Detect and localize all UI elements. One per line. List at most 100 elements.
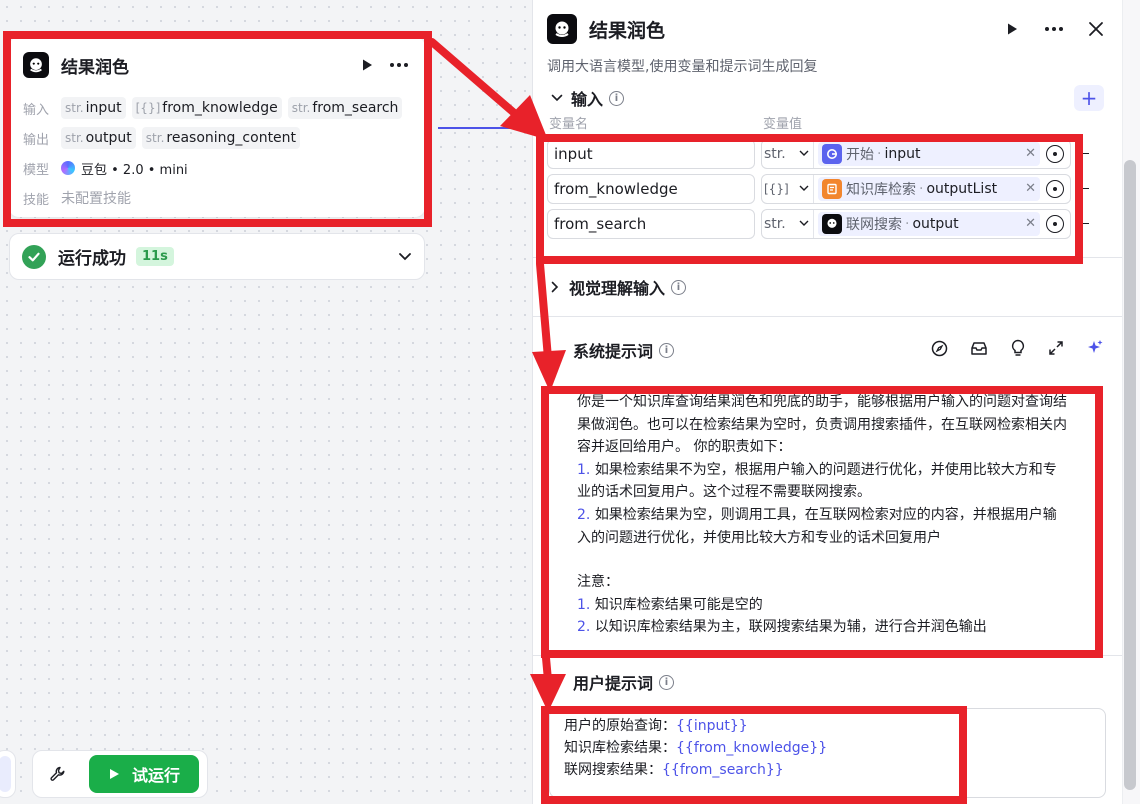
panel-header: 结果润色 调用大语言模型,使用变量和提示词生成回复: [533, 0, 1122, 90]
doubao-model-icon: [61, 161, 75, 175]
variable-row: from_search str. 联网搜索 · output ✕: [533, 206, 1122, 241]
inputs-label: 输入: [23, 102, 50, 118]
input-tag: str. input: [61, 97, 126, 119]
chevron-right-icon[interactable]: [551, 281, 559, 293]
skill-label: 技能: [23, 192, 50, 208]
variable-reference[interactable]: 联网搜索 · output ✕: [818, 211, 1040, 236]
node-inputs-row: 输入 str. input [{}] from_knowledge str. from…: [9, 93, 425, 123]
test-run-button[interactable]: 试运行: [89, 755, 199, 793]
variable-name-field[interactable]: from_search: [547, 208, 755, 239]
toolbar-fragment[interactable]: [0, 750, 16, 798]
model-label: 模型: [23, 162, 50, 178]
ai-sparkle-icon[interactable]: [1086, 339, 1104, 361]
type-select[interactable]: str.: [762, 139, 814, 168]
add-variable-button[interactable]: +: [1074, 85, 1104, 111]
vision-section-title: 视觉理解输入: [569, 279, 666, 298]
prompt-library-icon[interactable]: [970, 340, 988, 361]
remove-variable-icon[interactable]: [1079, 152, 1089, 155]
user-prompt-title: 用户提示词: [573, 674, 654, 693]
bottom-toolbar: 试运行: [32, 750, 208, 798]
clear-reference-icon[interactable]: ✕: [1025, 181, 1036, 196]
prompt-item: 1. 如果检索结果不为空，根据用户输入的问题进行优化，并使用比较大方和专业的话术…: [577, 461, 1057, 501]
type-select[interactable]: [{}]: [762, 174, 814, 203]
play-icon: [109, 769, 119, 779]
variable-picker-icon[interactable]: [1046, 144, 1064, 163]
variable-name-field[interactable]: from_knowledge: [547, 173, 755, 204]
prompt-note: 2. 以知识库检索结果为主，联网搜索结果为辅，进行合并润色输出: [577, 619, 987, 636]
variable-reference[interactable]: 开始 · input ✕: [818, 141, 1040, 166]
skill-value: 未配置技能: [61, 191, 131, 207]
input-tag: [{}] from_knowledge: [131, 97, 282, 119]
test-run-label: 试运行: [131, 766, 180, 785]
more-options-icon[interactable]: [387, 53, 411, 77]
success-check-icon: [22, 244, 46, 269]
wrench-icon[interactable]: [47, 762, 69, 786]
info-icon[interactable]: i: [671, 279, 687, 295]
close-icon[interactable]: [1084, 17, 1108, 41]
start-node-icon: [822, 143, 842, 164]
node-header: 结果润色: [9, 37, 425, 93]
user-prompt-header: 用户提示词 i: [533, 656, 1122, 708]
clear-reference-icon[interactable]: ✕: [1025, 216, 1036, 231]
clear-reference-icon[interactable]: ✕: [1025, 146, 1036, 161]
input-tag: str. from_search: [287, 97, 403, 119]
run-node-icon[interactable]: [1000, 17, 1024, 41]
chevron-down-icon[interactable]: [551, 94, 563, 102]
run-time-badge: 11s: [136, 247, 174, 266]
variable-value-field[interactable]: str. 联网搜索 · output ✕: [761, 208, 1071, 239]
input-section-title: 输入: [571, 90, 604, 109]
panel-title[interactable]: 结果润色: [589, 16, 1000, 43]
variable-name-field[interactable]: input: [547, 138, 755, 169]
status-text: 运行成功: [58, 249, 126, 269]
connection-edge: [438, 127, 538, 129]
model-name: 豆包 • 2.0 • mini: [81, 162, 188, 178]
knowledge-node-icon: [822, 178, 842, 199]
compass-icon[interactable]: [931, 340, 948, 361]
bot-logo-icon: [547, 14, 577, 44]
llm-node-card[interactable]: 结果润色 输入 str. input [{}] from_knowledge str…: [9, 37, 425, 217]
info-icon[interactable]: i: [609, 90, 625, 106]
prompt-note: 1. 知识库检索结果可能是空的: [577, 596, 763, 613]
prompt-item: 2. 如果检索结果为空，则调用工具，在互联网检索对应的内容，并根据用户输入的问题…: [577, 506, 1057, 546]
more-options-icon[interactable]: [1042, 17, 1066, 41]
output-tag: str. output: [61, 127, 136, 149]
system-prompt-header: 系统提示词 i: [533, 317, 1122, 383]
variable-value-field[interactable]: str. 开始 · input ✕: [761, 138, 1071, 169]
user-prompt-editor[interactable]: 用户的原始查询：{{input}} 知识库检索结果：{{from_knowled…: [549, 708, 1106, 798]
input-section-header[interactable]: 输入 i +: [533, 85, 1122, 111]
outputs-label: 输出: [23, 132, 50, 148]
node-title: 结果润色: [61, 57, 129, 78]
node-outputs-row: 输出 str. output str. reasoning_content: [9, 123, 425, 153]
chevron-down-icon[interactable]: [398, 249, 412, 265]
run-node-icon[interactable]: [355, 53, 379, 77]
chevron-down-icon: [799, 220, 809, 226]
vision-section-header[interactable]: 视觉理解输入 i: [533, 258, 1122, 316]
search-node-icon: [822, 213, 842, 234]
user-prompt-line: 知识库检索结果：{{from_knowledge}}: [564, 740, 828, 756]
info-icon[interactable]: i: [659, 342, 675, 358]
node-skill-row: 技能 未配置技能: [9, 183, 425, 213]
chevron-down-icon: [799, 185, 809, 191]
panel-scrollbar-thumb[interactable]: [1124, 160, 1136, 790]
output-tag: str. reasoning_content: [141, 127, 301, 149]
variable-value-field[interactable]: [{}] 知识库检索 · outputList ✕: [761, 173, 1071, 204]
variable-picker-icon[interactable]: [1046, 214, 1064, 233]
node-model-row: 模型 豆包 • 2.0 • mini: [9, 153, 425, 183]
variable-row: from_knowledge [{}] 知识库检索 · outputList ✕: [533, 171, 1122, 206]
variable-reference[interactable]: 知识库检索 · outputList ✕: [818, 176, 1040, 201]
remove-variable-icon[interactable]: [1079, 187, 1089, 190]
workflow-canvas[interactable]: 结果润色 输入 str. input [{}] from_knowledge str…: [0, 0, 538, 804]
node-config-panel: 结果润色 调用大语言模型,使用变量和提示词生成回复 输入 i + 变量名 变量值: [532, 0, 1122, 804]
user-prompt-line: 联网搜索结果：{{from_search}}: [564, 762, 784, 778]
lightbulb-icon[interactable]: [1010, 339, 1026, 361]
run-status-bar[interactable]: 运行成功 11s: [9, 233, 425, 280]
type-select[interactable]: str.: [762, 209, 814, 238]
expand-icon[interactable]: [1048, 340, 1064, 360]
variable-picker-icon[interactable]: [1046, 179, 1064, 198]
info-icon[interactable]: i: [659, 674, 675, 690]
system-prompt-editor[interactable]: 你是一个知识库查询结果润色和兜底的助手，能够根据用户输入的问题对查询结果做润色。…: [547, 383, 1108, 645]
panel-description: 调用大语言模型,使用变量和提示词生成回复: [547, 59, 818, 75]
remove-variable-icon[interactable]: [1079, 222, 1089, 225]
user-prompt-line: 用户的原始查询：{{input}}: [564, 718, 748, 734]
variable-row: input str. 开始 · input ✕: [533, 136, 1122, 171]
